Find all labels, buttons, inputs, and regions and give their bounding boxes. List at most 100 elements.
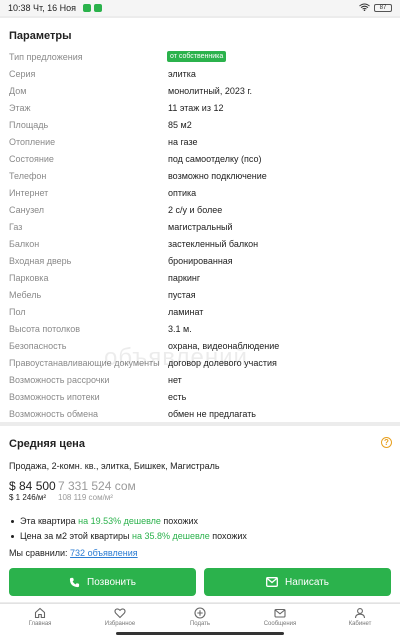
param-row: Балкон застекленный балкон: [0, 236, 400, 253]
call-button-label: Позвонить: [87, 576, 136, 588]
compare-highlight: на 35.8% дешевле: [131, 531, 210, 541]
param-label: Возможность рассрочки: [9, 375, 110, 385]
compare-prefix: Цена за м2 этой квартиры: [20, 531, 132, 541]
parameters-card: Параметры Тип предложения от собственник…: [0, 18, 400, 422]
status-time: 10:38 Чт, 16 Ноя: [8, 3, 77, 13]
nav-label: Главная: [28, 621, 52, 627]
param-label: Телефон: [9, 171, 47, 181]
param-value: есть: [168, 392, 187, 402]
status-bar: 10:38 Чт, 16 Ноя 87: [0, 0, 400, 16]
param-value: возможно подключение: [168, 171, 267, 181]
nav-label: Подать: [189, 621, 211, 627]
help-icon[interactable]: ?: [381, 437, 392, 448]
notification-icon: [83, 4, 92, 12]
param-row: Безопасность охрана, видеонаблюдение: [0, 338, 400, 355]
param-label: Площадь: [9, 120, 49, 130]
param-row: Тип предложения от собственника: [0, 49, 400, 66]
param-row: Правоустанавливающие документы договор д…: [0, 355, 400, 372]
write-button-label: Написать: [285, 576, 329, 588]
action-bar: Позвонить Написать: [0, 562, 400, 602]
param-row: Возможность обмена обмен не предлагать: [0, 406, 400, 423]
owner-badge: от собственника: [167, 51, 227, 62]
param-value: магистральный: [168, 222, 233, 232]
param-label: Балкон: [9, 239, 40, 249]
nav-label: Сообщения: [263, 621, 297, 627]
param-label: Серия: [9, 69, 36, 79]
parameters-title: Параметры: [9, 30, 72, 42]
param-row: Телефон возможно подключение: [0, 168, 400, 185]
param-value: на газе: [168, 137, 198, 147]
param-value: 2 с/у и более: [168, 205, 223, 215]
param-value: обмен не предлагать: [168, 409, 257, 419]
compared-count: Мы сравнили: 732 объявления: [9, 548, 138, 558]
param-label: Газ: [9, 222, 23, 232]
price-som: 7 331 524 сом: [58, 479, 136, 493]
call-button[interactable]: Позвонить: [9, 568, 196, 596]
compared-prefix: Мы сравнили:: [9, 548, 71, 558]
envelope-icon: [274, 608, 286, 618]
nav-item-account[interactable]: Кабинет: [320, 607, 400, 627]
home-indicator[interactable]: [116, 632, 284, 635]
mail-icon: [266, 577, 278, 587]
param-value: охрана, видеонаблюдение: [168, 341, 280, 351]
param-value: паркинг: [168, 273, 201, 283]
param-value: бронированная: [168, 256, 233, 266]
nav-item-post[interactable]: Подать: [160, 607, 240, 627]
param-value: 3.1 м.: [168, 324, 192, 334]
compare-suffix: похожих: [160, 516, 199, 526]
nav-item-home[interactable]: Главная: [0, 607, 80, 627]
param-value: пустая: [168, 290, 196, 300]
param-value: элитка: [168, 69, 196, 79]
compare-apartment: Эта квартира на 19.53% дешевле похожих: [9, 516, 198, 526]
user-icon: [354, 608, 366, 619]
param-row: Парковка паркинг: [0, 270, 400, 287]
nav-item-favorites[interactable]: Избранное: [80, 607, 160, 627]
param-row: Площадь 85 м2: [0, 117, 400, 134]
battery-icon: 87: [374, 4, 392, 12]
price-som-per-m2: 108 119 сом/м²: [58, 493, 113, 502]
param-row: Газ магистральный: [0, 219, 400, 236]
price-usd: $ 84 500: [9, 479, 56, 493]
param-row: Возможность рассрочки нет: [0, 372, 400, 389]
price-usd-per-m2: $ 1 246/м²: [9, 493, 47, 502]
param-label: Правоустанавливающие документы: [9, 358, 160, 368]
param-row: Высота потолков 3.1 м.: [0, 321, 400, 338]
param-value: под самоотделку (псо): [168, 154, 262, 164]
param-label: Санузел: [9, 205, 45, 215]
compared-ads-link[interactable]: 732 объявления: [70, 548, 138, 558]
param-label: Состояние: [9, 154, 54, 164]
average-price-title: Средняя цена: [9, 438, 85, 450]
phone-icon: [69, 577, 80, 588]
param-row: Состояние под самоотделку (псо): [0, 151, 400, 168]
param-row: Интернет оптика: [0, 185, 400, 202]
param-label: Интернет: [9, 188, 49, 198]
param-value: договор долевого участия: [168, 358, 277, 368]
heart-icon: [114, 608, 126, 619]
param-row: Входная дверь бронированная: [0, 253, 400, 270]
compare-highlight: на 19.53% дешевле: [78, 516, 161, 526]
home-icon: [34, 607, 46, 619]
param-row: Мебель пустая: [0, 287, 400, 304]
nav-label: Кабинет: [348, 621, 372, 627]
param-value: ламинат: [168, 307, 204, 317]
param-value: застекленный балкон: [168, 239, 259, 249]
bullet-icon: [11, 520, 14, 524]
param-label: Входная дверь: [9, 256, 72, 266]
average-price-card: Средняя цена ? Продажа, 2-комн. кв., эли…: [0, 426, 400, 562]
nav-item-messages[interactable]: Сообщения: [240, 607, 320, 627]
param-label: Дом: [9, 86, 27, 96]
param-label: Возможность ипотеки: [9, 392, 100, 402]
write-button[interactable]: Написать: [204, 568, 391, 596]
param-value: оптика: [168, 188, 197, 198]
param-label: Безопасность: [9, 341, 67, 351]
param-label: Этаж: [9, 103, 31, 113]
param-label: Парковка: [9, 273, 49, 283]
compare-price-per-m2: Цена за м2 этой квартиры на 35.8% дешевл…: [9, 531, 247, 541]
param-label: Высота потолков: [9, 324, 80, 334]
param-label: Мебель: [9, 290, 42, 300]
param-value: нет: [168, 375, 182, 385]
average-price-subtitle: Продажа, 2-комн. кв., элитка, Бишкек, Ма…: [9, 461, 220, 471]
param-label: Тип предложения: [9, 52, 83, 62]
param-value: монолитный, 2023 г.: [168, 86, 253, 96]
param-row: Возможность ипотеки есть: [0, 389, 400, 406]
